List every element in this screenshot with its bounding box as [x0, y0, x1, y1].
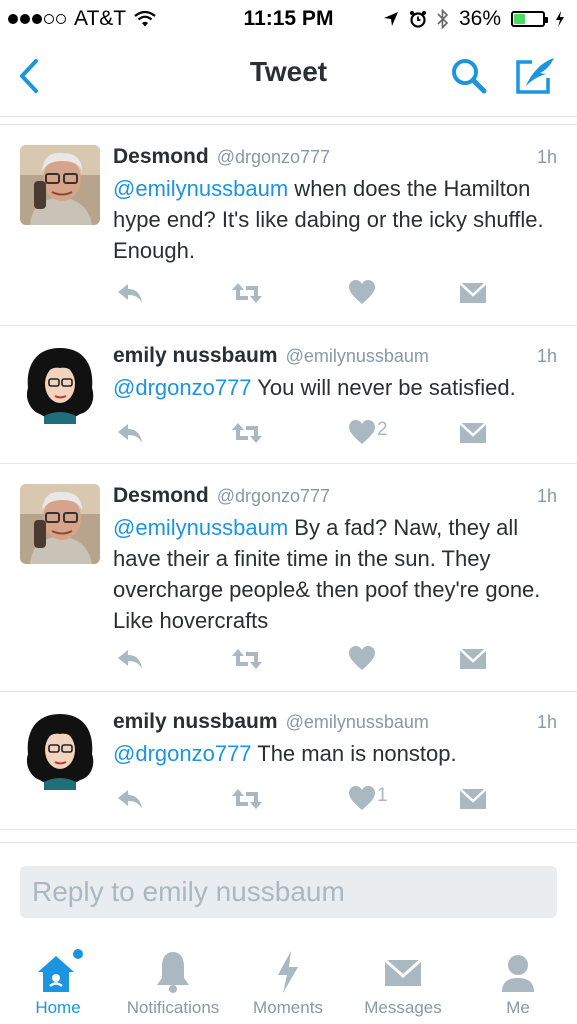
direct-message-icon[interactable] [459, 278, 487, 308]
tweet-timestamp: 1h [536, 712, 557, 732]
navigation-bar: Tweet [0, 38, 577, 117]
tweet[interactable]: Desmond @drgonzo777 1h @emilynussbaum By… [0, 464, 577, 692]
bell-icon [157, 952, 189, 993]
tweet-timestamp: 1h [536, 346, 557, 366]
tab-bar: Home Notifications Moments Messages Me [0, 940, 577, 1024]
retweet-icon[interactable] [230, 644, 264, 674]
search-icon[interactable] [448, 56, 492, 96]
tab-label: Me [506, 998, 530, 1017]
home-icon [38, 949, 83, 992]
compose-tweet-icon[interactable] [512, 56, 558, 96]
author-name[interactable]: emily nussbaum [113, 710, 278, 734]
author-name[interactable]: Desmond [113, 484, 209, 508]
tab-label: Notifications [126, 998, 220, 1017]
reply-icon[interactable] [115, 644, 145, 674]
tweet-timestamp: 1h [536, 147, 557, 167]
like-heart-icon[interactable] [348, 644, 376, 674]
tweet-text-content: You will never be satisfied. [251, 375, 516, 400]
retweet-icon[interactable] [230, 278, 264, 308]
like-count: 2 [377, 419, 388, 440]
mention-link[interactable]: @emilynussbaum [113, 176, 288, 201]
author-name[interactable]: Desmond [113, 145, 209, 169]
direct-message-icon[interactable] [459, 418, 487, 448]
reply-icon[interactable] [115, 278, 145, 308]
like-heart-icon[interactable] [348, 784, 376, 814]
mention-link[interactable]: @drgonzo777 [113, 741, 252, 766]
tweet-thread: Desmond @drgonzo777 1h @emilynussbaum wh… [0, 124, 577, 830]
retweet-icon[interactable] [230, 784, 264, 814]
tweet-text-content: The man is nonstop. [251, 741, 457, 766]
reply-icon[interactable] [115, 784, 145, 814]
reply-bar: Reply to emily nussbaum [0, 842, 577, 943]
battery-percent: 36% [458, 7, 501, 30]
retweet-icon[interactable] [230, 418, 264, 448]
author-handle[interactable]: @drgonzo777 [217, 486, 330, 507]
tweet[interactable]: Desmond @drgonzo777 1h @emilynussbaum wh… [0, 125, 577, 326]
tweet-text: @drgonzo777 The man is nonstop. [113, 738, 559, 769]
tweet-timestamp: 1h [536, 486, 557, 506]
tweet-text: @emilynussbaum By a fad? Naw, they all h… [113, 512, 559, 636]
direct-message-icon[interactable] [459, 644, 487, 674]
alarm-icon [409, 11, 426, 28]
reply-icon[interactable] [115, 418, 145, 448]
tweet-actions: 2 [113, 418, 493, 448]
tab-messages[interactable]: Messages [348, 940, 458, 1024]
tab-me[interactable]: Me [470, 940, 566, 1024]
direct-message-icon[interactable] [459, 784, 487, 814]
tweet[interactable]: emily nussbaum @emilynussbaum 1h @drgonz… [0, 326, 577, 464]
location-arrow-icon [383, 12, 398, 26]
mention-link[interactable]: @drgonzo777 [113, 375, 252, 400]
tab-label: Moments [253, 998, 323, 1017]
tab-label: Messages [364, 998, 442, 1017]
tab-label: Home [35, 998, 81, 1017]
like-count: 1 [377, 785, 388, 806]
lightning-icon [278, 951, 298, 993]
author-handle[interactable]: @emilynussbaum [286, 346, 429, 367]
avatar[interactable] [20, 710, 100, 790]
status-bar: AT&T 11:15 PM 36% [0, 0, 577, 38]
charging-bolt-icon [556, 11, 564, 27]
like-heart-icon[interactable] [348, 278, 376, 308]
avatar[interactable] [20, 484, 100, 564]
mention-link[interactable]: @emilynussbaum [113, 515, 288, 540]
avatar[interactable] [20, 145, 100, 225]
author-handle[interactable]: @emilynussbaum [286, 712, 429, 733]
author-handle[interactable]: @drgonzo777 [217, 147, 330, 168]
battery-icon [511, 11, 548, 27]
tab-moments[interactable]: Moments [238, 940, 338, 1024]
like-heart-icon[interactable] [348, 418, 376, 448]
envelope-icon [384, 958, 422, 986]
tweet-actions [113, 278, 493, 308]
tweet-text: @emilynussbaum when does the Hamilton hy… [113, 173, 559, 266]
tweet-actions: 1 [113, 784, 493, 814]
avatar[interactable] [20, 344, 100, 424]
tab-notifications[interactable]: Notifications [113, 940, 233, 1024]
author-name[interactable]: emily nussbaum [113, 344, 278, 368]
person-icon [502, 955, 534, 992]
tweet-text: @drgonzo777 You will never be satisfied. [113, 372, 559, 403]
tweet[interactable]: emily nussbaum @emilynussbaum 1h @drgonz… [0, 692, 577, 830]
tweet-actions [113, 644, 493, 674]
bluetooth-icon [437, 9, 449, 29]
reply-input[interactable]: Reply to emily nussbaum [20, 866, 557, 918]
tab-home[interactable]: Home [8, 940, 108, 1024]
